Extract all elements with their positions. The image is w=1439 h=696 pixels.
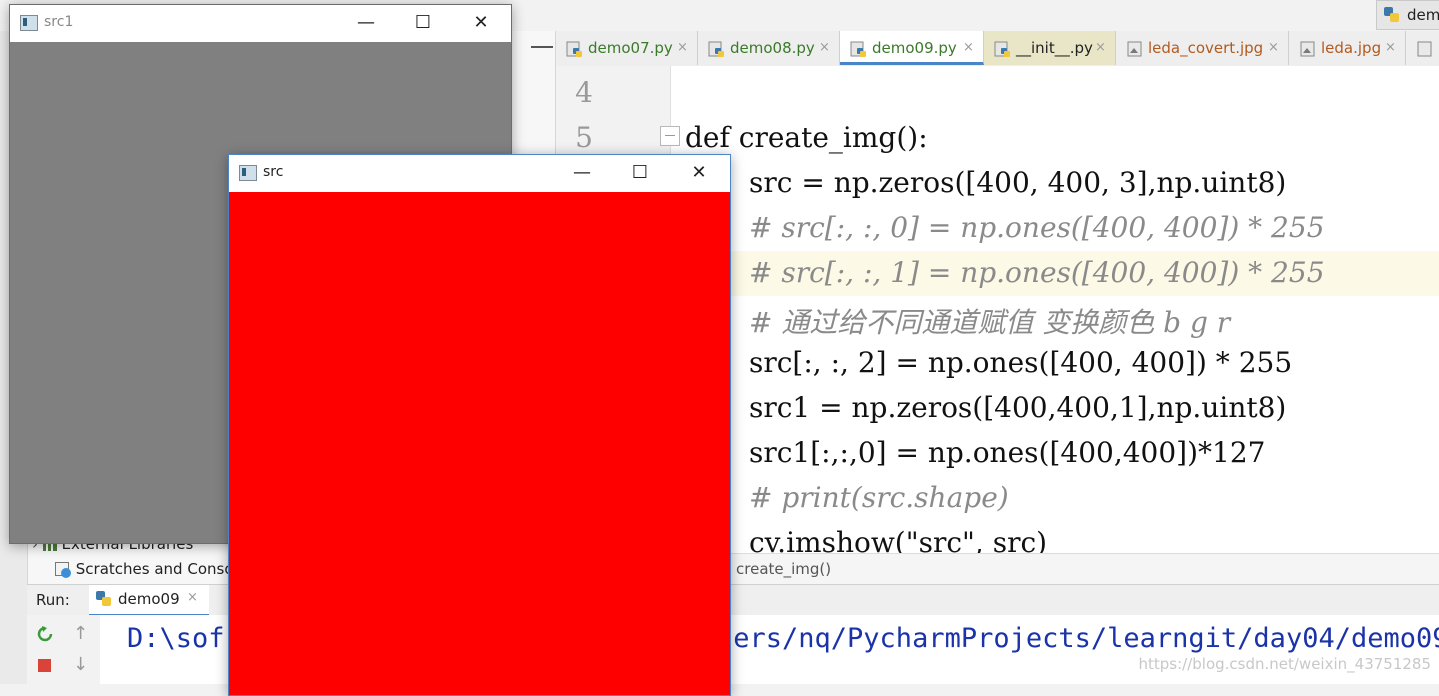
python-file-icon xyxy=(1384,7,1399,22)
tree-item-scratches[interactable]: Scratches and Conso xyxy=(55,560,234,578)
code-comment-line[interactable]: # src[:, :, 0] = np.ones([400, 400]) * 2… xyxy=(749,211,1325,244)
window-src[interactable]: src — ☐ ✕ xyxy=(228,154,731,696)
close-button[interactable]: ✕ xyxy=(684,161,714,185)
run-configuration-selector[interactable]: dem xyxy=(1376,0,1439,30)
close-tab-icon[interactable]: × xyxy=(1095,31,1106,65)
code-line[interactable]: src = np.zeros([400, 400, 3],np.uint8) xyxy=(749,166,1286,199)
code-line[interactable]: src1 = np.zeros([400,400,1],np.uint8) xyxy=(749,391,1286,424)
code-comment-line[interactable]: # print(src.shape) xyxy=(749,481,1009,514)
close-button[interactable]: ✕ xyxy=(466,11,496,35)
minimize-button[interactable]: — xyxy=(567,161,597,185)
tab-init[interactable]: __init__.py × xyxy=(984,31,1116,65)
close-tab-icon[interactable]: × xyxy=(187,590,198,605)
python-file-icon xyxy=(566,41,582,57)
close-tab-icon[interactable]: × xyxy=(819,31,830,65)
python-file-icon xyxy=(708,41,724,57)
watermark: https://blog.csdn.net/weixin_43751285 xyxy=(1138,655,1431,673)
close-tab-icon[interactable]: × xyxy=(1385,31,1396,65)
tab-leda-covert[interactable]: leda_covert.jpg × xyxy=(1116,31,1289,65)
image-file-icon xyxy=(1300,41,1315,57)
python-file-icon xyxy=(994,41,1010,57)
image-canvas-red xyxy=(229,192,730,695)
tab-overflow[interactable] xyxy=(1406,31,1439,65)
maximize-button[interactable]: ☐ xyxy=(625,161,655,185)
close-tab-icon[interactable]: × xyxy=(677,31,688,65)
editor-tab-bar: demo07.py × demo08.py × demo09.py × __in… xyxy=(556,31,1439,67)
image-file-icon xyxy=(1127,41,1142,57)
tab-demo07[interactable]: demo07.py × xyxy=(556,31,698,65)
window-title: src1 xyxy=(44,14,74,30)
line-number: 5 xyxy=(575,121,593,154)
tab-label: leda_covert.jpg xyxy=(1148,39,1264,57)
window-title-bar[interactable]: src1 — ☐ ✕ xyxy=(10,5,511,42)
fold-marker-icon[interactable] xyxy=(660,126,680,146)
tab-label: demo09.py xyxy=(872,39,957,57)
window-app-icon xyxy=(239,165,257,181)
run-label: Run: xyxy=(36,591,70,609)
run-tab-demo09[interactable]: demo09 × xyxy=(89,585,209,616)
console-line-left: D:\sof xyxy=(127,623,225,654)
code-comment-line[interactable]: # src[:, :, 1] = np.ones([400, 400]) * 2… xyxy=(749,256,1325,289)
tab-demo09[interactable]: demo09.py × xyxy=(840,31,984,65)
python-file-icon xyxy=(850,41,866,57)
code-line[interactable]: def create_img(): xyxy=(685,121,928,154)
tab-label: demo07.py xyxy=(588,39,673,57)
stop-icon[interactable] xyxy=(38,659,51,672)
maximize-button[interactable]: ☐ xyxy=(408,11,438,35)
window-app-icon xyxy=(20,15,38,31)
window-title: src xyxy=(263,164,284,180)
window-title-bar[interactable]: src — ☐ ✕ xyxy=(229,155,730,192)
scratches-icon xyxy=(55,561,71,578)
close-tab-icon[interactable]: × xyxy=(1268,31,1279,65)
tab-label: __init__.py xyxy=(1016,39,1093,57)
tab-label: leda.jpg xyxy=(1321,39,1382,57)
image-file-icon xyxy=(1417,41,1432,57)
tab-leda[interactable]: leda.jpg × xyxy=(1289,31,1406,65)
code-line[interactable]: cv.imshow("src", src) xyxy=(749,526,1047,553)
python-file-icon xyxy=(96,591,111,606)
close-tab-icon[interactable]: × xyxy=(963,31,974,62)
hide-panel-icon[interactable] xyxy=(531,46,553,48)
code-line[interactable]: src[:, :, 2] = np.ones([400, 400]) * 255 xyxy=(749,346,1292,379)
code-line[interactable]: src1[:,:,0] = np.ones([400,400])*127 xyxy=(749,436,1265,469)
breadcrumb-item[interactable]: create_img() xyxy=(736,560,831,578)
console-line-right: sers/nq/PycharmProjects/learngit/day04/d… xyxy=(717,623,1439,654)
tree-item-label: Scratches and Conso xyxy=(75,560,234,578)
run-configuration-label: dem xyxy=(1407,6,1439,24)
arrow-down-icon[interactable]: ↓ xyxy=(73,654,88,675)
rerun-icon[interactable] xyxy=(36,625,54,643)
run-tab-label: demo09 xyxy=(118,590,180,608)
line-number: 4 xyxy=(575,76,593,109)
tab-demo08[interactable]: demo08.py × xyxy=(698,31,840,65)
console-toolbar: ↑ ↓ xyxy=(27,615,101,684)
tab-label: demo08.py xyxy=(730,39,815,57)
minimize-button[interactable]: — xyxy=(351,11,381,35)
code-comment-line[interactable]: # 通过给不同通道赋值 变换颜色 b g r xyxy=(749,301,1230,341)
arrow-up-icon[interactable]: ↑ xyxy=(73,623,88,644)
